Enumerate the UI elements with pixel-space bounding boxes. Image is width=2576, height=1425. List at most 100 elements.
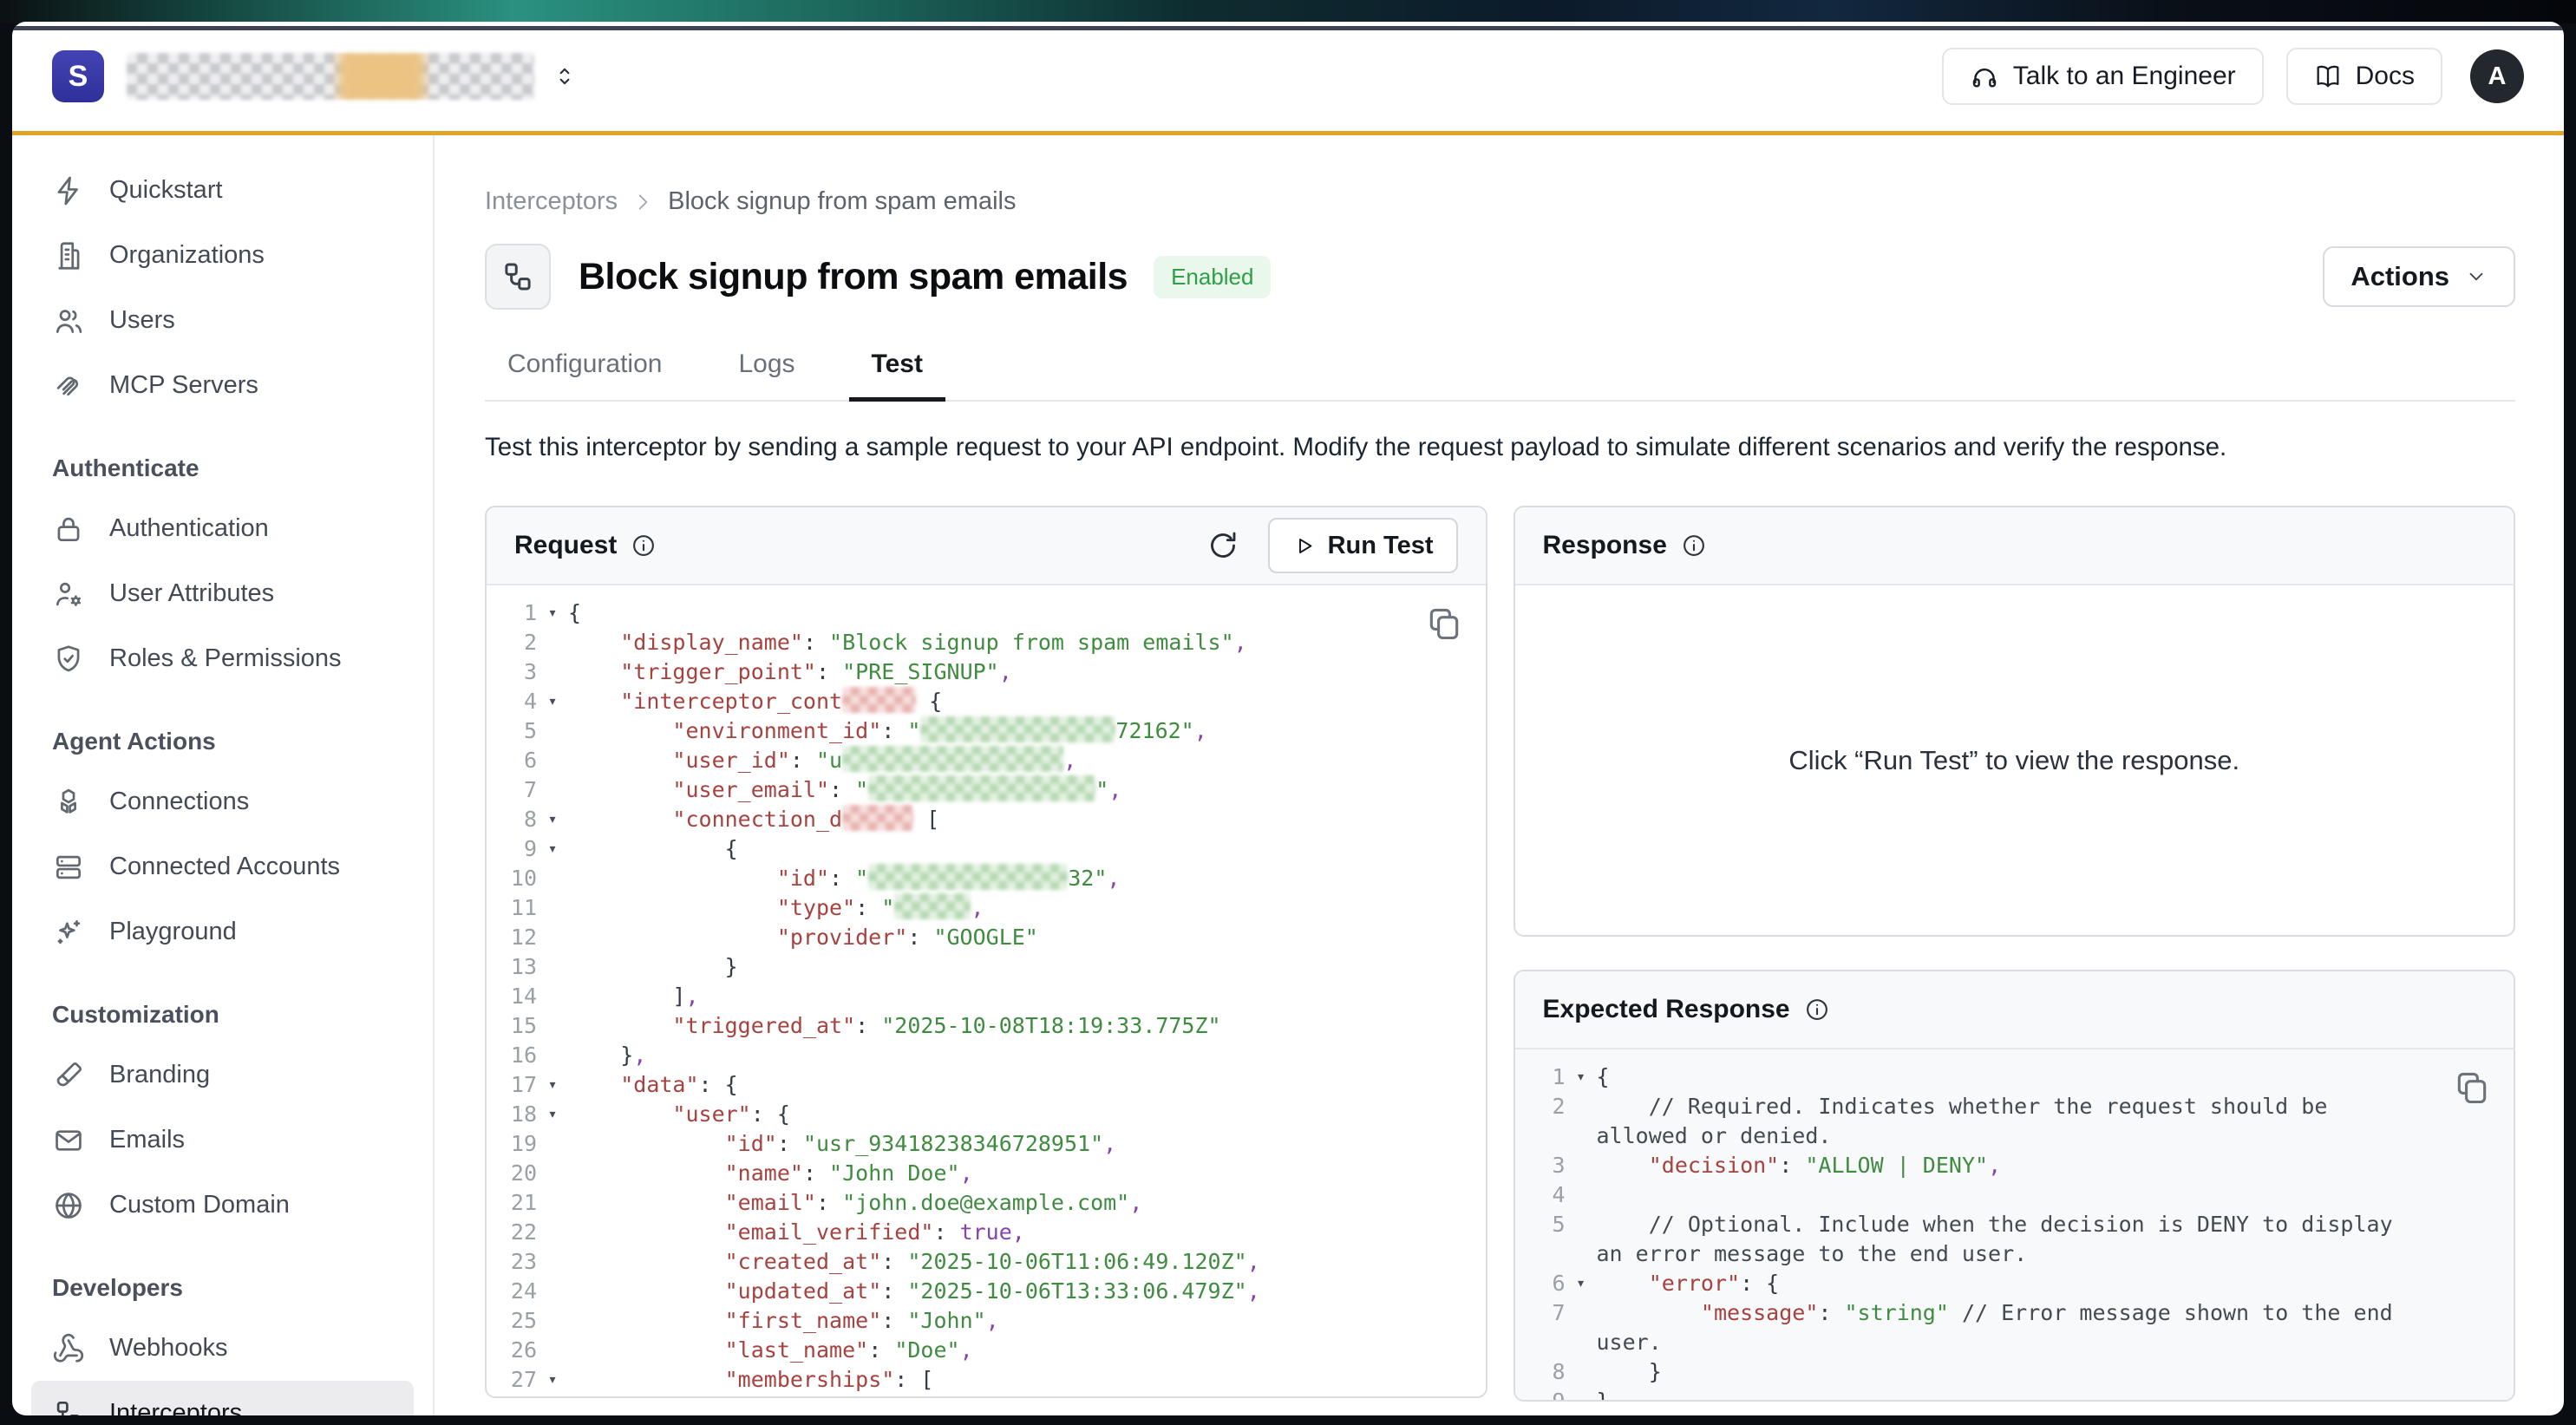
response-panel-title: Response [1543,531,1667,560]
avatar[interactable]: A [2470,49,2524,103]
copy-icon[interactable] [2453,1069,2491,1107]
tab-configuration[interactable]: Configuration [485,350,684,400]
shield-check-icon [52,643,85,676]
breadcrumb-current: Block signup from spam emails [668,187,1016,216]
sidebar-item-label: Authentication [109,514,269,543]
fold-arrow-icon[interactable]: ▾ [537,1100,568,1129]
sidebar-item-branding[interactable]: Branding [31,1043,414,1108]
reset-request-button[interactable] [1206,528,1240,563]
fold-gutter [537,1188,568,1218]
mail-icon [52,1124,85,1157]
fold-gutter [537,1336,568,1365]
fold-arrow-icon[interactable]: ▾ [537,687,568,716]
code-line: 7 "user_email": "", [492,775,1486,805]
talk-to-engineer-button[interactable]: Talk to an Engineer [1942,48,2264,105]
breadcrumb-interceptors[interactable]: Interceptors [485,187,618,216]
page-title-row: Block signup from spam emails Enabled Ac… [485,244,2515,310]
info-icon[interactable] [631,533,657,559]
code-line: 25 "first_name": "John", [492,1306,1486,1336]
workspace-switcher-icon[interactable] [552,63,578,89]
sidebar-item-roles-permissions[interactable]: Roles & Permissions [31,626,414,691]
sidebar-item-label: Connected Accounts [109,853,340,881]
sidebar-item-playground[interactable]: Playground [31,899,414,964]
sidebar-item-user-attributes[interactable]: User Attributes [31,561,414,626]
request-panel-header: Request Run Test [487,507,1486,585]
webhook-icon [52,1332,85,1365]
code-line: 16 }, [492,1041,1486,1070]
sidebar-item-custom-domain[interactable]: Custom Domain [31,1173,414,1238]
interceptor-icon-box [485,244,551,310]
sidebar-item-authentication[interactable]: Authentication [31,496,414,561]
sidebar-item-webhooks[interactable]: Webhooks [31,1316,414,1381]
fold-gutter [1566,1298,1597,1357]
code-line: 17▾ "data": { [492,1070,1486,1100]
code-line: 11 "type": ", [492,893,1486,923]
code-line: 2 "display_name": "Block signup from spa… [492,628,1486,657]
copy-icon[interactable] [1425,605,1463,643]
code-line: 9▾ { [492,834,1486,864]
code-line: 4 [1520,1180,2514,1210]
tab-logs[interactable]: Logs [716,350,817,400]
sidebar-section-authenticate: Authenticate [52,454,414,482]
fold-gutter [537,952,568,982]
code-line: 4▾ "interceptor_cont { [492,687,1486,716]
fold-gutter [537,1011,568,1041]
fold-arrow-icon[interactable]: ▾ [537,1365,568,1395]
actions-button[interactable]: Actions [2323,246,2515,307]
talk-to-engineer-label: Talk to an Engineer [2013,62,2236,91]
fold-arrow-icon[interactable]: ▾ [1566,1269,1597,1298]
info-icon[interactable] [1804,997,1830,1023]
panels-row: Request Run Test [485,506,2515,1402]
brush-icon [52,1059,85,1092]
sidebar-item-connections[interactable]: Connections [31,769,414,834]
fold-arrow-icon[interactable]: ▾ [537,1070,568,1100]
code-line: 8▾ "connection_d [ [492,805,1486,834]
run-test-button[interactable]: Run Test [1268,518,1458,573]
workspace-logo[interactable]: S [52,50,104,102]
info-icon[interactable] [1681,533,1707,559]
request-json-editor[interactable]: 1▾{2 "display_name": "Block signup from … [487,585,1486,1396]
request-panel: Request Run Test [485,506,1487,1398]
sidebar-item-label: MCP Servers [109,371,258,400]
sidebar-item-emails[interactable]: Emails [31,1108,414,1173]
expected-response-editor[interactable]: 1▾{2 // Required. Indicates whether the … [1515,1049,2514,1400]
code-line: 19 "id": "usr_93418238346728951", [492,1129,1486,1159]
fold-gutter [537,1041,568,1070]
workspace-name-redacted[interactable] [127,53,534,100]
fold-gutter [1566,1180,1597,1210]
code-line: 23 "created_at": "2025-10-06T11:06:49.12… [492,1247,1486,1277]
sidebar-item-label: Organizations [109,241,265,270]
code-line: 1▾{ [1520,1062,2514,1092]
sidebar-item-interceptors[interactable]: Interceptors [31,1381,414,1415]
sidebar-item-connected-accounts[interactable]: Connected Accounts [31,834,414,899]
code-line: 12 "provider": "GOOGLE" [492,923,1486,952]
fold-arrow-icon[interactable]: ▾ [537,834,568,864]
fold-gutter [1566,1210,1597,1269]
code-line: 13 } [492,952,1486,982]
fold-gutter [537,1159,568,1188]
docs-button[interactable]: Docs [2286,48,2442,105]
book-icon [2314,62,2342,90]
fold-arrow-icon[interactable]: ▾ [1566,1062,1597,1092]
fold-gutter [537,716,568,746]
expected-response-panel-header: Expected Response [1515,971,2514,1049]
sidebar-item-users[interactable]: Users [31,288,414,353]
sidebar-section-agent-actions: Agent Actions [52,728,414,755]
code-line: 7 "message": "string" // Error message s… [1520,1298,2514,1357]
sidebar-item-organizations[interactable]: Organizations [31,223,414,288]
sidebar-item-mcp-servers[interactable]: MCP Servers [31,353,414,418]
sidebar-item-label: Connections [109,788,249,816]
tab-test[interactable]: Test [849,350,945,400]
sidebar-item-label: Playground [109,918,237,946]
request-panel-title: Request [514,531,617,560]
sidebar-item-quickstart[interactable]: Quickstart [31,158,414,223]
fold-gutter [537,893,568,923]
sparkles-icon [52,916,85,949]
code-line: 3 "decision": "ALLOW | DENY", [1520,1151,2514,1180]
sidebar: Quickstart Organizations Users MCP Servers A… [12,135,435,1415]
fold-arrow-icon[interactable]: ▾ [537,598,568,628]
breadcrumb: Interceptors Block signup from spam emai… [485,187,2515,216]
user-gear-icon [52,578,85,611]
fold-arrow-icon[interactable]: ▾ [537,805,568,834]
redacted-value [868,775,1095,801]
